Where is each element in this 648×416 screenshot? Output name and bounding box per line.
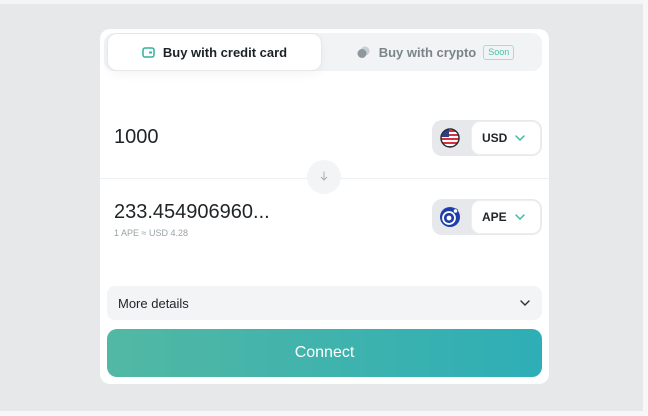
tab-crypto-label: Buy with crypto	[378, 44, 477, 60]
chevron-down-icon	[514, 214, 525, 220]
receive-currency-label: APE	[482, 210, 507, 224]
screen-edge-right	[643, 0, 648, 416]
tab-buy-with-crypto[interactable]: Buy with crypto Soon	[328, 33, 542, 71]
credit-card-icon	[142, 46, 155, 58]
connect-button[interactable]: Connect	[107, 329, 542, 377]
screen-edge-top	[0, 0, 648, 4]
receive-currency-selector: APE	[432, 199, 542, 235]
tab-credit-card-label: Buy with credit card	[162, 44, 288, 60]
apecoin-icon	[440, 207, 460, 227]
buy-widget-card: Buy with credit card Buy with crypto Soo…	[100, 29, 549, 384]
receive-currency-dropdown[interactable]: APE	[471, 200, 541, 234]
us-flag-icon	[440, 128, 460, 148]
tab-buy-with-credit-card[interactable]: Buy with credit card	[107, 33, 322, 71]
pay-currency-selector: USD	[432, 120, 542, 156]
exchange-rate: 1 APE ≈ USD 4.28	[114, 228, 188, 238]
chevron-down-icon	[520, 300, 530, 306]
arrow-down-icon	[320, 168, 328, 186]
chevron-down-icon	[515, 135, 526, 141]
receive-amount: 233.454906960...	[114, 201, 270, 223]
more-details-toggle[interactable]: More details	[107, 286, 542, 320]
purchase-method-tabs: Buy with credit card Buy with crypto Soo…	[104, 33, 542, 71]
crypto-coins-icon	[356, 46, 371, 59]
more-details-label: More details	[118, 295, 189, 311]
soon-badge: Soon	[483, 44, 515, 60]
pay-amount-input[interactable]: 1000	[114, 126, 159, 149]
pay-currency-label: USD	[482, 131, 508, 145]
pay-currency-dropdown[interactable]: USD	[471, 121, 541, 155]
swap-direction-button[interactable]	[307, 160, 341, 194]
screen-edge-bottom	[0, 411, 648, 416]
